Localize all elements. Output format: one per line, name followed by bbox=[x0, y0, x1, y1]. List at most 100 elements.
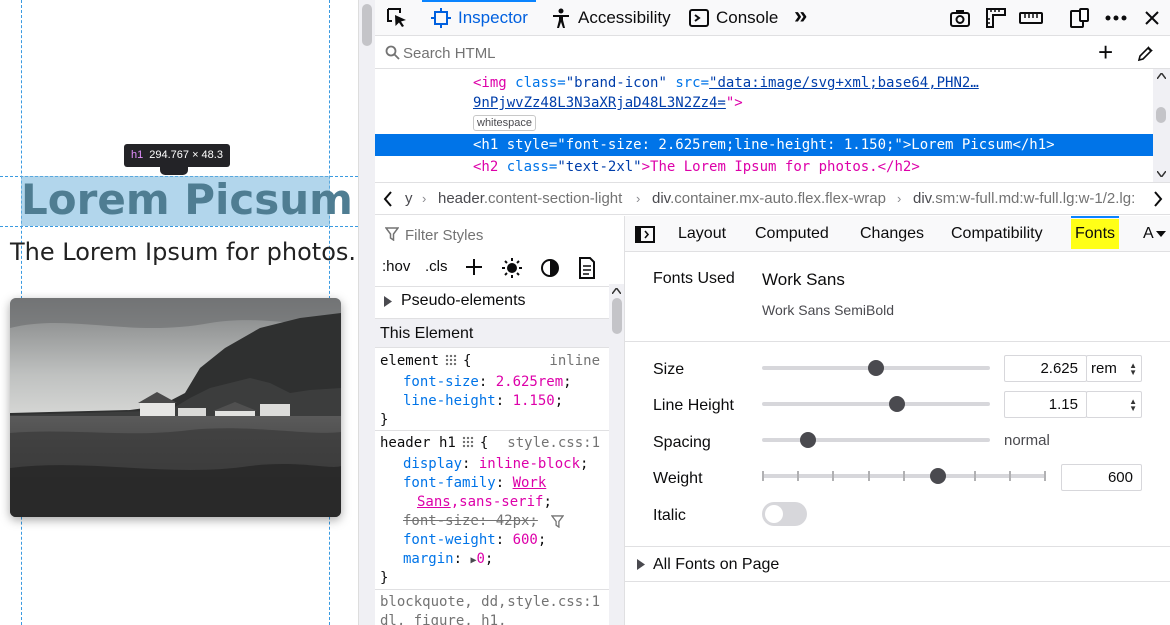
print-media-icon[interactable] bbox=[578, 257, 596, 279]
decl-display[interactable]: display: inline-block; bbox=[403, 455, 588, 474]
spacing-slider-thumb[interactable] bbox=[800, 432, 816, 448]
grid-icon[interactable] bbox=[461, 436, 474, 448]
weight-input[interactable]: 600 bbox=[1061, 464, 1142, 491]
search-bar: + bbox=[375, 36, 1170, 69]
markup-line-img-cont[interactable]: 9nPjwvZz48L3N3aXRjaD48L3N2Zz4="> bbox=[375, 92, 1153, 114]
markup-line-h2[interactable]: <h2 class="text-2xl">The Lorem Ipsum for… bbox=[375, 156, 1153, 178]
tab-compatibility[interactable]: Compatibility bbox=[951, 216, 1043, 251]
rulers-icon[interactable] bbox=[984, 6, 1008, 30]
cls-button[interactable]: .cls bbox=[425, 258, 448, 275]
all-fonts-toggle[interactable]: All Fonts on Page bbox=[625, 546, 1170, 582]
decl-margin[interactable]: margin: ▶0; bbox=[403, 550, 493, 569]
decl-font-size-overridden[interactable]: font-size: 42px; bbox=[403, 512, 538, 531]
scroll-up-icon[interactable] bbox=[612, 288, 621, 294]
hero-subtitle[interactable]: The Lorem Ipsum for photos. bbox=[10, 238, 356, 266]
line-height-input[interactable]: 1.15 bbox=[1004, 391, 1087, 418]
toggle-pane-icon[interactable] bbox=[635, 226, 655, 243]
breadcrumb-item-2[interactable]: div.container.mx-auto.flex.flex-wrap bbox=[652, 183, 886, 214]
italic-toggle[interactable] bbox=[762, 502, 807, 526]
light-theme-icon[interactable] bbox=[501, 257, 523, 279]
size-slider[interactable] bbox=[762, 360, 990, 376]
grid-icon[interactable] bbox=[445, 354, 458, 366]
breadcrumb-right-button[interactable] bbox=[1145, 183, 1170, 214]
responsive-icon[interactable] bbox=[1067, 6, 1091, 30]
hero-title[interactable]: Lorem Picsum bbox=[21, 174, 353, 226]
expand-arrow-icon bbox=[637, 559, 645, 570]
dark-theme-icon[interactable] bbox=[540, 258, 560, 278]
tab-fonts[interactable]: Fonts bbox=[1071, 216, 1120, 249]
line-height-label: Line Height bbox=[653, 397, 734, 414]
rules-scrollbar-thumb[interactable] bbox=[612, 298, 622, 334]
markup-scrollbar[interactable] bbox=[1153, 69, 1170, 182]
size-slider-thumb[interactable] bbox=[868, 360, 884, 376]
img-src-attr: src= bbox=[675, 75, 710, 91]
decl-font-size[interactable]: font-size: 2.625rem; bbox=[403, 373, 572, 392]
scroll-down-icon[interactable] bbox=[1157, 171, 1166, 177]
breadcrumb-left-icon[interactable] bbox=[383, 191, 393, 207]
tab-console-label: Console bbox=[716, 7, 779, 27]
filter-rule-icon[interactable] bbox=[551, 515, 564, 528]
tab-console[interactable]: Console bbox=[688, 0, 778, 35]
add-node-button[interactable]: + bbox=[1098, 37, 1113, 67]
rules-filter-bar bbox=[375, 216, 624, 250]
rule-element-header[interactable]: element{ inline bbox=[380, 352, 604, 371]
h2-tag: <h2 bbox=[473, 159, 499, 175]
hero-photo[interactable] bbox=[10, 298, 341, 517]
h1-markup: <h1 style="font-size: 2.625rem;line-heig… bbox=[473, 137, 1055, 153]
breadcrumb-item-0[interactable]: y bbox=[405, 183, 413, 214]
spacing-value: normal bbox=[1004, 432, 1050, 449]
chevron-down-icon[interactable] bbox=[1156, 231, 1166, 237]
line-height-unit-select[interactable]: ▲ ▼ bbox=[1086, 391, 1142, 418]
tab-computed[interactable]: Computed bbox=[755, 216, 829, 251]
sidebar-tabs: Layout Computed Changes Compatibility Fo… bbox=[625, 216, 1170, 252]
font-name: Work Sans bbox=[762, 270, 845, 289]
whitespace-badge[interactable]: whitespace bbox=[473, 115, 537, 131]
close-icon[interactable] bbox=[1140, 6, 1164, 30]
decl-font-family-cont[interactable]: Sans,sans-serif; bbox=[417, 493, 552, 512]
rules-scrollbar[interactable] bbox=[609, 284, 624, 625]
more-icon[interactable] bbox=[1104, 6, 1128, 30]
measure-icon[interactable] bbox=[1019, 6, 1043, 30]
scroll-up-icon[interactable] bbox=[1157, 73, 1166, 79]
page-preview: Lorem Picsum The Lorem Ipsum for photos.… bbox=[0, 0, 358, 625]
markup-scrollbar-thumb[interactable] bbox=[1156, 107, 1166, 123]
decl-line-height[interactable]: line-height: 1.150; bbox=[403, 392, 563, 411]
tab-inspector[interactable]: Inspector bbox=[422, 0, 536, 35]
line-height-slider-thumb[interactable] bbox=[889, 396, 905, 412]
spacing-slider[interactable] bbox=[762, 432, 990, 448]
tab-accessibility[interactable]: Accessibility bbox=[550, 0, 671, 35]
decl-font-weight[interactable]: font-weight: 600; bbox=[403, 531, 546, 550]
italic-label: Italic bbox=[653, 507, 686, 524]
img-src-link-cont[interactable]: 9nPjwvZz48L3N3aXRjaD48L3N2Zz4= bbox=[473, 95, 726, 111]
tab-layout[interactable]: Layout bbox=[678, 216, 726, 251]
preview-scrollbar[interactable] bbox=[358, 0, 375, 625]
element-picker-icon[interactable] bbox=[385, 6, 409, 30]
pseudo-elements-toggle[interactable]: Pseudo-elements bbox=[375, 286, 609, 316]
img-src-link[interactable]: "data:image/svg+xml;base64,PHN2… bbox=[709, 75, 979, 91]
decl-font-family[interactable]: font-family: Work bbox=[403, 474, 546, 493]
preview-scrollbar-thumb[interactable] bbox=[362, 4, 372, 46]
eyedropper-icon[interactable] bbox=[1137, 44, 1155, 62]
tab-animations[interactable]: A bbox=[1143, 216, 1154, 251]
more-tabs-button[interactable]: » bbox=[794, 0, 807, 33]
this-element-header: This Element bbox=[375, 318, 609, 348]
rule-source-inline[interactable]: inline bbox=[549, 352, 600, 371]
weight-slider[interactable] bbox=[762, 468, 1046, 484]
weight-slider-thumb[interactable] bbox=[930, 468, 946, 484]
markup-line-h1-selected[interactable]: <h1 style="font-size: 2.625rem;line-heig… bbox=[375, 134, 1153, 156]
add-rule-icon[interactable] bbox=[465, 258, 483, 276]
rule-header-h1[interactable]: header h1{ style.css:1 bbox=[380, 434, 604, 453]
markup-line-img[interactable]: <img class="brand-icon" src="data:image/… bbox=[375, 72, 1153, 94]
screenshot-icon[interactable] bbox=[948, 6, 972, 30]
rule-source-stylecss[interactable]: style.css:1 bbox=[507, 434, 600, 453]
size-unit-select[interactable]: rem ▲ ▼ bbox=[1086, 355, 1142, 382]
hov-button[interactable]: :hov bbox=[382, 258, 410, 275]
tab-changes[interactable]: Changes bbox=[860, 216, 924, 251]
filter-styles-input[interactable] bbox=[405, 225, 605, 245]
search-html-input[interactable] bbox=[403, 42, 1043, 64]
rule-blockquote[interactable]: blockquote, dd, style.css:1 bbox=[380, 593, 604, 612]
breadcrumb-item-3[interactable]: div.sm:w-full.md:w-full.lg:w-1/2.lg: bbox=[913, 183, 1135, 214]
line-height-slider[interactable] bbox=[762, 396, 990, 412]
breadcrumb-item-1[interactable]: header.content-section-light bbox=[438, 183, 622, 214]
size-input[interactable]: 2.625 bbox=[1004, 355, 1087, 382]
